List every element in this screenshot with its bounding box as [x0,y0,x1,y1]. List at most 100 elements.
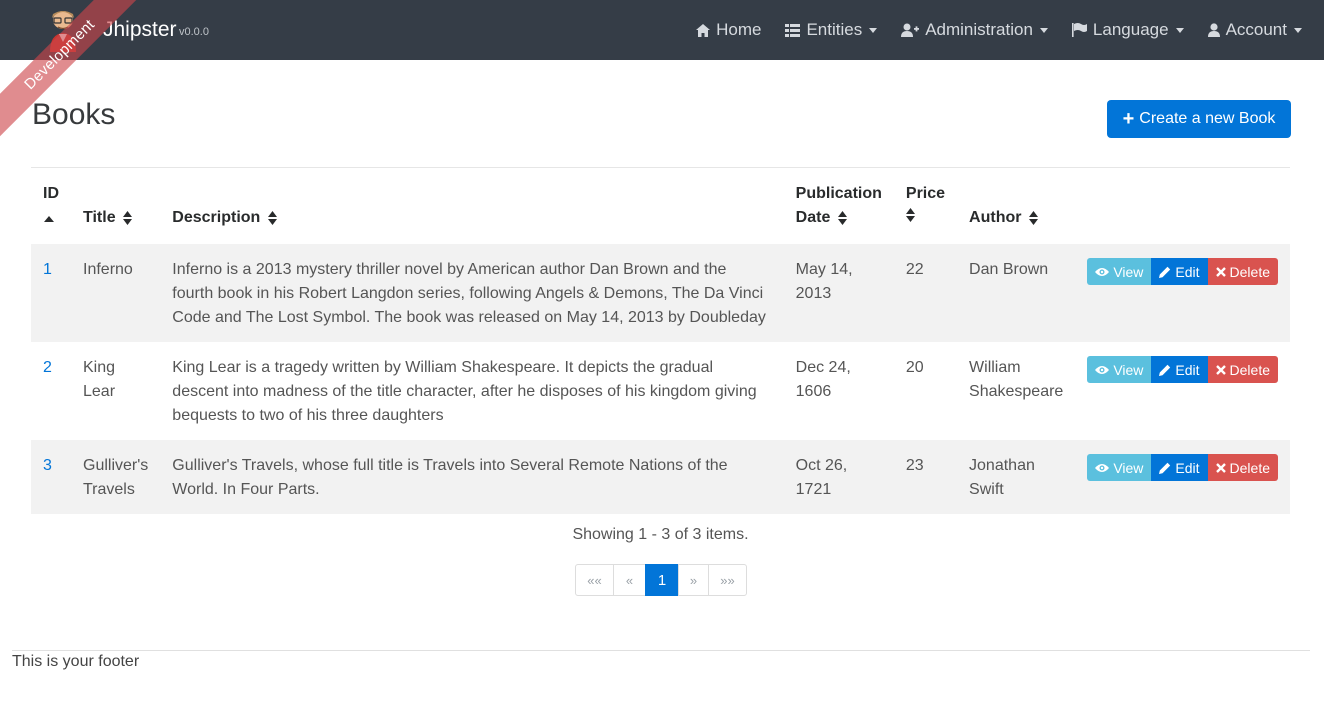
eye-icon [1095,365,1110,374]
navbar: Jhipster v0.0.0 Home Entities Administra… [0,0,1324,60]
chevron-down-icon [1039,27,1048,33]
user-plus-icon [901,23,920,37]
header-publication-date[interactable]: Publication Date [784,168,894,244]
footer-divider [12,650,1310,651]
book-id-link[interactable]: 3 [43,457,52,474]
table-header-row: ID Title Description Publication Date Pr… [31,168,1290,244]
header-author[interactable]: Author [957,168,1075,244]
cell-actions: View Edit Delete [1075,244,1290,342]
header-description-label: Description [172,209,261,226]
pagination-page-1[interactable]: 1 [645,564,679,596]
cell-actions: View Edit Delete [1075,440,1290,514]
header-title[interactable]: Title [71,168,160,244]
close-icon [1215,462,1226,473]
cell-title: King Lear [83,359,116,400]
view-label: View [1113,263,1144,280]
cell-id[interactable]: 3 [31,440,71,514]
main-nav: Home Entities Administration Language Ac… [672,0,1302,60]
edit-button[interactable]: Edit [1151,454,1208,481]
nav-administration[interactable]: Administration [901,20,1048,40]
header-price-label: Price [905,185,946,202]
table-row: 2 King Lear King Lear is a tragedy writt… [31,342,1290,440]
book-id-link[interactable]: 2 [43,359,52,376]
header-id[interactable]: ID [31,168,71,244]
sort-icon [1028,210,1038,225]
edit-label: Edit [1175,263,1200,280]
sort-icon [905,208,915,222]
pagination-next[interactable]: » [678,564,709,596]
nav-home[interactable]: Home [696,20,761,40]
chevron-down-icon [1175,27,1184,33]
header-author-label: Author [969,209,1022,226]
nav-entities-label: Entities [806,20,863,39]
cell-actions: View Edit Delete [1075,342,1290,440]
edit-label: Edit [1175,361,1200,378]
header-publication-label-1: Publication [795,185,882,202]
cell-date: May 14, 2013 [795,261,853,302]
pencil-icon [1159,364,1171,376]
cell-title: Inferno [83,261,133,278]
cell-author: Jonathan Swift [969,457,1035,498]
nav-home-label: Home [716,20,762,39]
nav-entities[interactable]: Entities [785,20,878,40]
sort-icon [267,210,277,225]
create-book-button[interactable]: + Create a new Book [1107,100,1291,138]
header-title-label: Title [83,209,116,226]
delete-button[interactable]: Delete [1207,454,1278,481]
row-actions: View Edit Delete [1087,454,1278,481]
chevron-down-icon [869,27,878,33]
cell-id[interactable]: 2 [31,342,71,440]
brand-link[interactable]: Jhipster v0.0.0 [46,6,209,54]
view-button[interactable]: View [1087,258,1152,285]
flag-icon [1071,23,1087,37]
brand-version: v0.0.0 [179,26,209,38]
plus-icon: + [1122,108,1135,130]
edit-button[interactable]: Edit [1151,356,1208,383]
delete-button[interactable]: Delete [1207,258,1278,285]
cell-author: Dan Brown [969,261,1049,278]
delete-label: Delete [1229,459,1270,476]
delete-label: Delete [1229,361,1270,378]
pencil-icon [1159,266,1171,278]
table-row: 3 Gulliver's Travels Gulliver's Travels,… [31,440,1290,514]
pagination-summary: Showing 1 - 3 of 3 items. [572,526,749,543]
footer-text: This is your footer [12,653,140,670]
book-id-link[interactable]: 1 [43,261,52,278]
header-publication-label-2: Date [795,209,831,226]
cell-description: Gulliver's Travels, whose full title is … [172,457,728,498]
view-label: View [1113,361,1144,378]
header-description[interactable]: Description [160,168,783,244]
nav-account[interactable]: Account [1207,20,1302,40]
edit-button[interactable]: Edit [1151,258,1208,285]
view-label: View [1113,459,1144,476]
pagination-last[interactable]: »» [708,564,747,596]
header-id-label: ID [43,185,59,202]
cell-description: King Lear is a tragedy written by Willia… [172,359,757,424]
sort-icon [837,210,847,225]
delete-label: Delete [1229,263,1270,280]
pagination-first[interactable]: «« [575,564,614,596]
edit-label: Edit [1175,459,1200,476]
nav-administration-label: Administration [925,20,1033,39]
view-button[interactable]: View [1087,356,1152,383]
table-row: 1 Inferno Inferno is a 2013 mystery thri… [31,244,1290,342]
header-price[interactable]: Price [894,168,957,244]
cell-title: Gulliver's Travels [83,457,149,498]
page-title: Books [32,98,116,131]
delete-button[interactable]: Delete [1207,356,1278,383]
cell-date: Oct 26, 1721 [795,457,848,498]
close-icon [1215,364,1226,375]
cell-price: 22 [905,261,924,278]
header-actions [1075,168,1290,244]
view-button[interactable]: View [1087,454,1152,481]
home-icon [696,23,711,37]
eye-icon [1095,463,1110,472]
nav-language[interactable]: Language [1071,20,1184,40]
pencil-icon [1159,462,1171,474]
cell-id[interactable]: 1 [31,244,71,342]
pagination-prev[interactable]: « [613,564,646,596]
sort-up-icon [44,216,54,222]
chevron-down-icon [1294,27,1302,33]
cell-description: Inferno is a 2013 mystery thriller novel… [172,261,766,326]
nav-language-label: Language [1092,20,1169,39]
